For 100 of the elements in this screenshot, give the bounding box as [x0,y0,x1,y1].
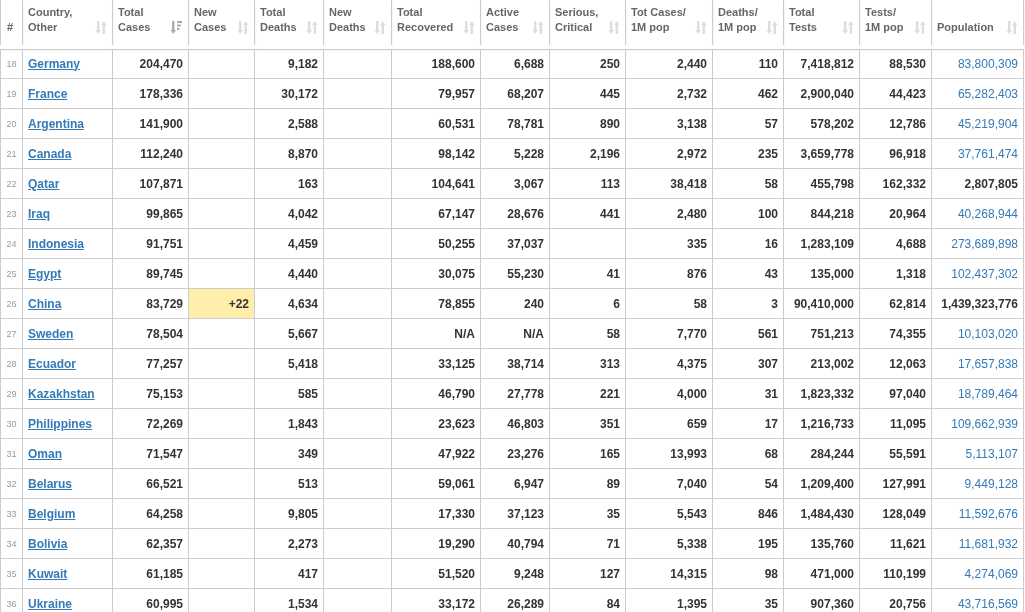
table-cell: 455,798 [783,168,860,199]
table-cell: 221 [549,378,626,409]
table-cell: 141,900 [112,108,189,139]
row-number: 24 [6,238,17,249]
table-cell: 135,760 [783,528,860,559]
table-cell: 58 [625,288,713,319]
table-cell: 60,531 [391,108,481,139]
table-cell: 107,871 [112,168,189,199]
table-cell: 4,000 [625,378,713,409]
table-cell: 61,185 [112,558,189,589]
table-cell: 9,805 [254,498,324,529]
table-cell: 99,865 [112,198,189,229]
table-cell: 46,803 [480,408,550,439]
table-cell: 100 [712,198,784,229]
table-cell: 88,530 [859,47,932,79]
row-number: 34 [6,538,17,549]
table-cell: 62,814 [859,288,932,319]
table-cell: 109,662,939 [931,408,1024,439]
row-number: 30 [6,418,17,429]
table-cell: 97,040 [859,378,932,409]
table-cell: 98,142 [391,138,481,169]
table-cell: +22 [188,288,255,319]
table-cell: 18,789,464 [931,378,1024,409]
table-cell: 5,228 [480,138,550,169]
country-link[interactable]: Qatar [28,176,60,191]
table-cell: 513 [254,468,324,499]
table-cell: 16 [712,228,784,259]
table-cell: 91,751 [112,228,189,259]
table-cell: 89 [549,468,626,499]
table-cell: 135,000 [783,258,860,289]
table-cell: 127,991 [859,468,932,499]
table-cell: 7,040 [625,468,713,499]
table-cell: 68 [712,438,784,469]
table-cell: 2,440 [625,47,713,79]
table-cell: 178,336 [112,78,189,109]
table-cell: 561 [712,318,784,349]
table-cell: 45,219,904 [931,108,1024,139]
table-cell: 4,688 [859,228,932,259]
table-cell: 273,689,898 [931,228,1024,259]
table-cell: 47,922 [391,438,481,469]
table-cell: 4,274,069 [931,558,1024,589]
table-cell: 307 [712,348,784,379]
table-cell: 162,332 [859,168,932,199]
table-cell: 44,423 [859,78,932,109]
table-cell: 3,138 [625,108,713,139]
table-cell: 37,123 [480,498,550,529]
table-cell: 23,623 [391,408,481,439]
table-cell: 55,591 [859,438,932,469]
table-cell: 67,147 [391,198,481,229]
table-cell: 5,113,107 [931,438,1024,469]
table-cell: 51,520 [391,558,481,589]
table-cell: 6,947 [480,468,550,499]
table-cell: 72,269 [112,408,189,439]
table-cell: 1,439,323,776 [931,288,1024,319]
table-cell: 37,761,474 [931,138,1024,169]
row-number: 23 [6,208,17,219]
table-cell: 112,240 [112,138,189,169]
row-number: 28 [6,358,17,369]
row-number: 18 [6,58,17,69]
table-cell: 54 [712,468,784,499]
table-cell: 10,103,020 [931,318,1024,349]
table-cell: 9,182 [254,47,324,79]
table-cell: 204,470 [112,47,189,79]
table-cell: 9,248 [480,558,550,589]
country-link[interactable]: Egypt [28,266,62,281]
table-cell: 58 [549,318,626,349]
table-cell: 57 [712,108,784,139]
table-cell: 90,410,000 [783,288,860,319]
table-cell: 2,196 [549,138,626,169]
table-cell: 38,418 [625,168,713,199]
table-cell: 1,318 [859,258,932,289]
row-number: 29 [6,388,17,399]
country-link[interactable]: Iraq [28,206,50,221]
table-cell: 110,199 [859,558,932,589]
table-cell: 64,258 [112,498,189,529]
table-cell: 5,338 [625,528,713,559]
table-cell: 876 [625,258,713,289]
table-cell: 163 [254,168,324,199]
table-cell: 43 [712,258,784,289]
table-cell: 79,957 [391,78,481,109]
row-number: 32 [6,478,17,489]
row-number: 33 [6,508,17,519]
table-cell: 890 [549,108,626,139]
table-cell: 40,794 [480,528,550,559]
table-cell: 6 [549,288,626,319]
table-cell: 59,061 [391,468,481,499]
country-link[interactable]: China [28,296,62,311]
table-cell: N/A [391,318,481,349]
table-cell: 110 [712,47,784,79]
table-cell: 104,641 [391,168,481,199]
table-cell: 417 [254,558,324,589]
country-link[interactable]: Oman [28,446,62,461]
table-cell: 17,657,838 [931,348,1024,379]
table-cell: 6,688 [480,47,550,79]
table-cell: 96,918 [859,138,932,169]
table-cell: 2,732 [625,78,713,109]
table-cell: 462 [712,78,784,109]
table-cell: 31 [712,378,784,409]
table-cell: 102,437,302 [931,258,1024,289]
table-cell: 195 [712,528,784,559]
